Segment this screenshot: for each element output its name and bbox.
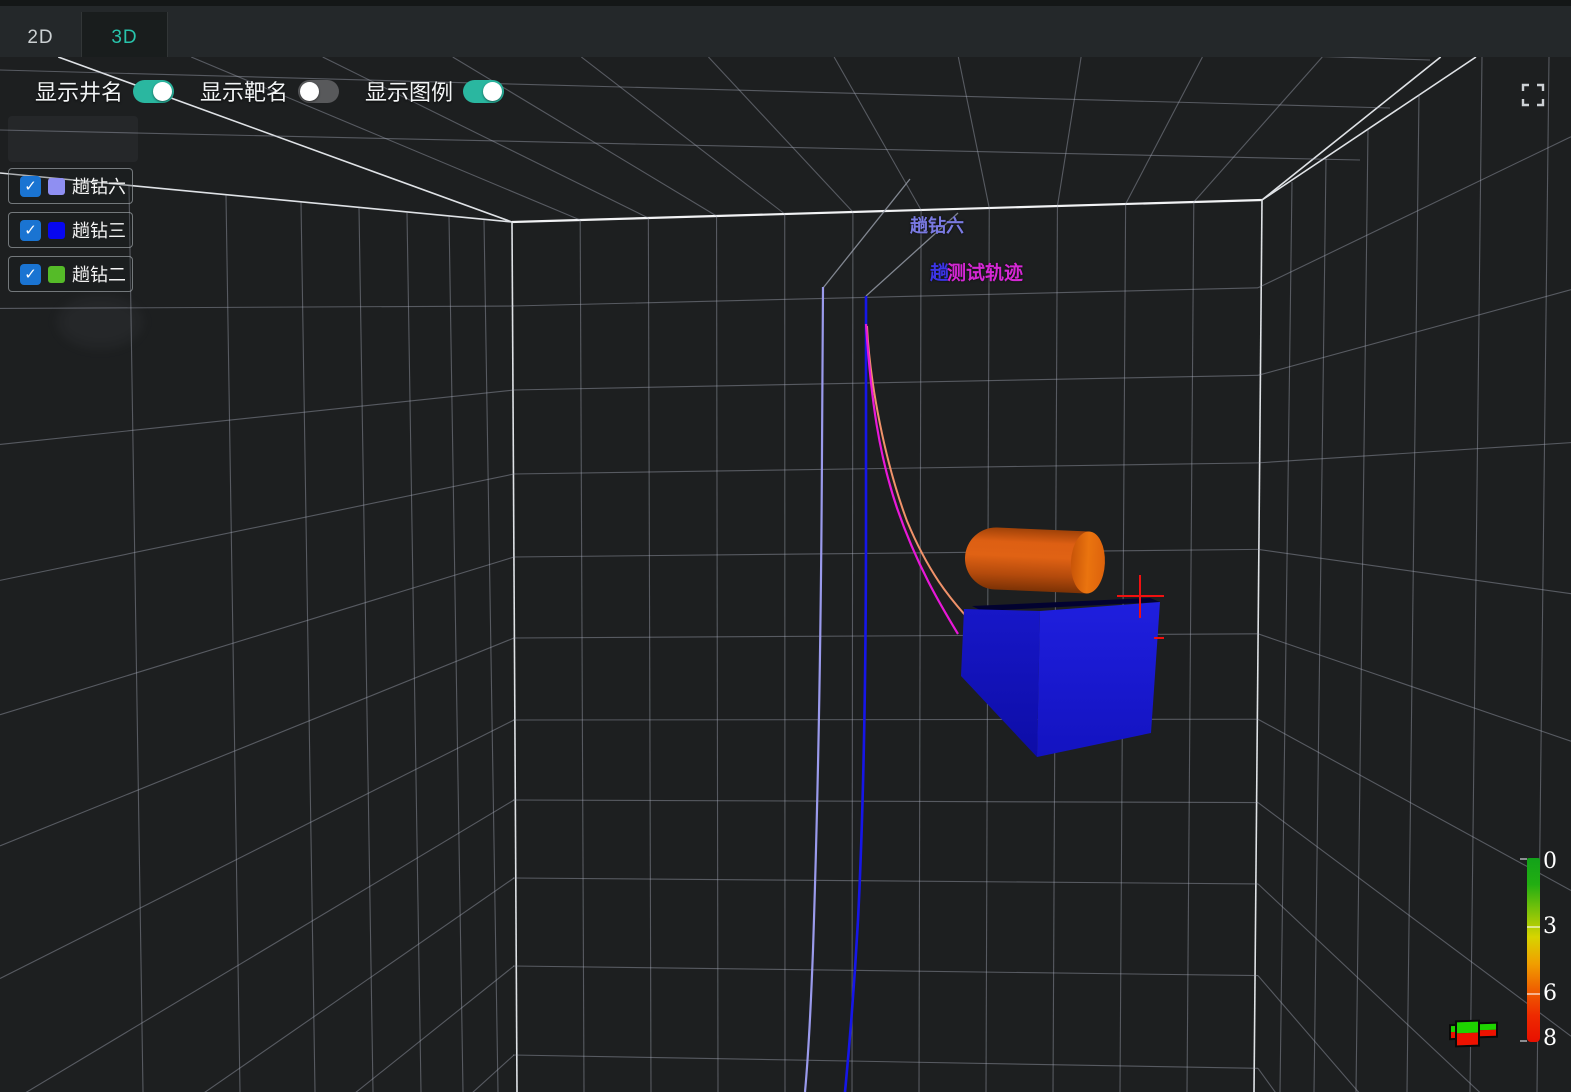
well-label-1: 趟钻六 xyxy=(910,212,964,238)
colorbar-label-3: 3 xyxy=(1543,916,1557,938)
colorbar-tick xyxy=(1527,993,1540,995)
legend-color-swatch xyxy=(48,222,65,239)
trajectory-label: 测试轨迹 xyxy=(947,258,1023,285)
3d-viewport[interactable]: 趟钻六 趟 测试轨迹 xyxy=(0,57,1571,1092)
toggle-knob xyxy=(483,82,502,101)
fullscreen-button[interactable] xyxy=(1520,82,1546,108)
toggle-label-legend: 显示图例 xyxy=(365,75,453,107)
legend-item-well-2[interactable]: ✓ 趟钻二 xyxy=(8,256,133,292)
trajectory-salmon-track[interactable] xyxy=(867,326,965,615)
tab-3d[interactable]: 3D xyxy=(82,12,168,63)
room-wireframe-grid xyxy=(0,57,1571,1092)
toggle-label-well-names: 显示井名 xyxy=(35,75,123,107)
toggle-show-target-names[interactable] xyxy=(298,80,339,103)
legend-color-swatch xyxy=(48,178,65,195)
gizmo-block-right xyxy=(1477,1022,1498,1039)
checkbox-checked-icon[interactable]: ✓ xyxy=(20,176,41,197)
colorbar-label-0: 0 xyxy=(1543,851,1557,873)
toggle-show-legend[interactable] xyxy=(463,80,504,103)
tab-2d[interactable]: 2D xyxy=(0,12,82,63)
ghost-box xyxy=(8,116,138,162)
colorbar-label-6: 6 xyxy=(1543,983,1557,1005)
trajectory-periwinkle-well[interactable] xyxy=(805,287,823,1092)
leader-line-well1 xyxy=(823,179,910,288)
cylinder-target[interactable] xyxy=(964,526,1107,594)
colorbar-tick xyxy=(1527,926,1540,928)
gizmo-block-front xyxy=(1455,1020,1480,1048)
colorbar-gradient xyxy=(1527,858,1540,1042)
toggle-knob xyxy=(153,82,172,101)
ghost-smudge xyxy=(58,296,142,348)
legend-color-swatch xyxy=(48,266,65,283)
colorbar-label-8: 8 xyxy=(1543,1028,1557,1050)
legend-item-label: 趟钻三 xyxy=(72,217,126,243)
legend-item-well-3[interactable]: ✓ 趟钻三 xyxy=(8,212,133,248)
toggle-knob xyxy=(300,82,319,101)
toggle-label-target-names: 显示靶名 xyxy=(200,75,288,107)
trajectory-magenta-track[interactable] xyxy=(866,324,958,634)
colorbar-notch xyxy=(1520,1040,1527,1042)
checkbox-checked-icon[interactable]: ✓ xyxy=(20,220,41,241)
trajectory-blue-well[interactable] xyxy=(845,296,866,1092)
display-toggles: 显示井名 显示靶名 显示图例 xyxy=(35,75,504,107)
box-target[interactable] xyxy=(961,598,1160,757)
checkbox-checked-icon[interactable]: ✓ xyxy=(20,264,41,285)
fullscreen-icon xyxy=(1520,82,1546,108)
wireframe-scene xyxy=(0,57,1571,1092)
legend-item-label: 趟钻六 xyxy=(72,173,126,199)
legend-item-well-6[interactable]: ✓ 趟钻六 xyxy=(8,168,133,204)
colorbar-notch xyxy=(1520,858,1527,860)
well-legend: ✓ 趟钻六 ✓ 趟钻三 ✓ 趟钻二 xyxy=(8,168,133,292)
toggle-show-well-names[interactable] xyxy=(133,80,174,103)
legend-item-label: 趟钻二 xyxy=(72,261,126,287)
tab-bar: 2D 3D xyxy=(0,0,1571,57)
